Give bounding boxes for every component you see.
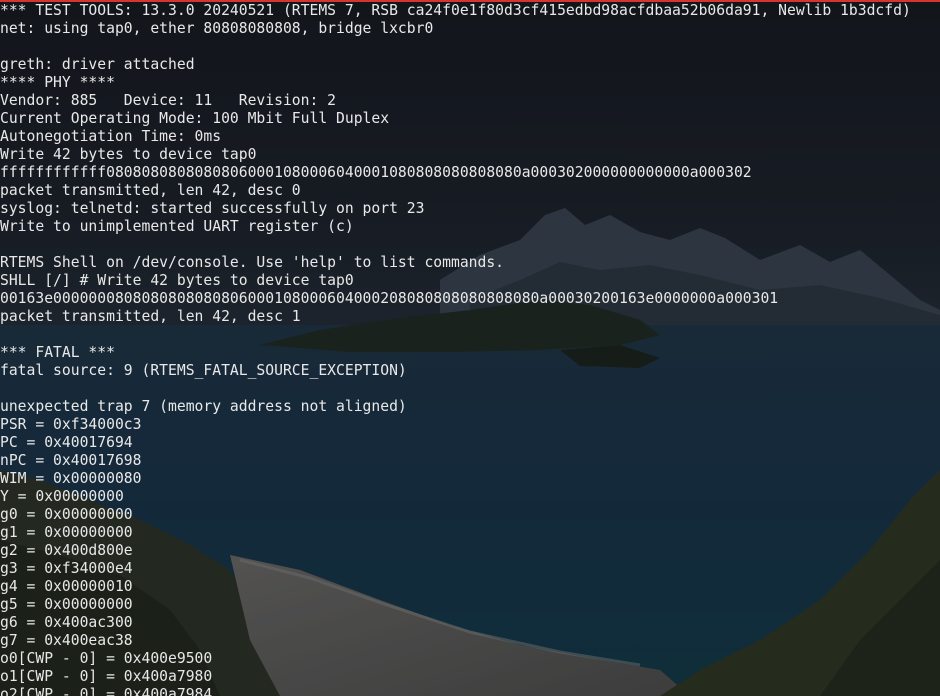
terminal-line: net: using tap0, ether 80808080808, brid… (0, 20, 434, 37)
terminal-line: **** PHY **** (0, 74, 115, 91)
terminal-line: *** TEST TOOLS: 13.3.0 20240521 (RTEMS 7… (0, 2, 911, 19)
terminal-line: g2 = 0x400d800e (0, 542, 133, 559)
window-top-border (0, 0, 940, 2)
terminal-output[interactable]: *** TEST TOOLS: 13.3.0 20240521 (RTEMS 7… (0, 2, 911, 696)
terminal-line: SHLL [/] # Write 42 bytes to device tap0 (0, 272, 354, 289)
terminal-line: o0[CWP - 0] = 0x400e9500 (0, 650, 213, 667)
terminal-line: Current Operating Mode: 100 Mbit Full Du… (0, 110, 390, 127)
terminal-line: packet transmitted, len 42, desc 1 (0, 308, 301, 325)
terminal-line: Vendor: 885 Device: 11 Revision: 2 (0, 92, 337, 109)
terminal-line: packet transmitted, len 42, desc 0 (0, 182, 301, 199)
terminal-line: g0 = 0x00000000 (0, 506, 133, 523)
terminal-line: RTEMS Shell on /dev/console. Use 'help' … (0, 254, 505, 271)
terminal-line: syslog: telnetd: started successfully on… (0, 200, 425, 217)
terminal-window[interactable]: *** TEST TOOLS: 13.3.0 20240521 (RTEMS 7… (0, 0, 940, 696)
terminal-line: PC = 0x40017694 (0, 434, 133, 451)
terminal-line: g5 = 0x00000000 (0, 596, 133, 613)
terminal-line: Autonegotiation Time: 0ms (0, 128, 222, 145)
terminal-line: g7 = 0x400eac38 (0, 632, 133, 649)
terminal-line: WIM = 0x00000080 (0, 470, 142, 487)
terminal-line: g3 = 0xf34000e4 (0, 560, 133, 577)
terminal-line: 00163e0000000808080808080806000108000604… (0, 290, 779, 307)
terminal-line: nPC = 0x40017698 (0, 452, 142, 469)
terminal-line: o1[CWP - 0] = 0x400a7980 (0, 668, 213, 685)
terminal-line: Y = 0x00000000 (0, 488, 124, 505)
terminal-line: Write to unimplemented UART register (c) (0, 218, 354, 235)
terminal-line: g1 = 0x00000000 (0, 524, 133, 541)
terminal-line: greth: driver attached (0, 56, 195, 73)
terminal-line: g4 = 0x00000010 (0, 578, 133, 595)
terminal-line: fatal source: 9 (RTEMS_FATAL_SOURCE_EXCE… (0, 362, 407, 379)
terminal-line: *** FATAL *** (0, 344, 115, 361)
terminal-line: ffffffffffff0808080808080806000108000604… (0, 164, 752, 181)
terminal-line: Write 42 bytes to device tap0 (0, 146, 257, 163)
terminal-line: g6 = 0x400ac300 (0, 614, 133, 631)
terminal-line: unexpected trap 7 (memory address not al… (0, 398, 407, 415)
terminal-line: PSR = 0xf34000c3 (0, 416, 142, 433)
terminal-line: o2[CWP - 0] = 0x400a7984 (0, 686, 213, 696)
